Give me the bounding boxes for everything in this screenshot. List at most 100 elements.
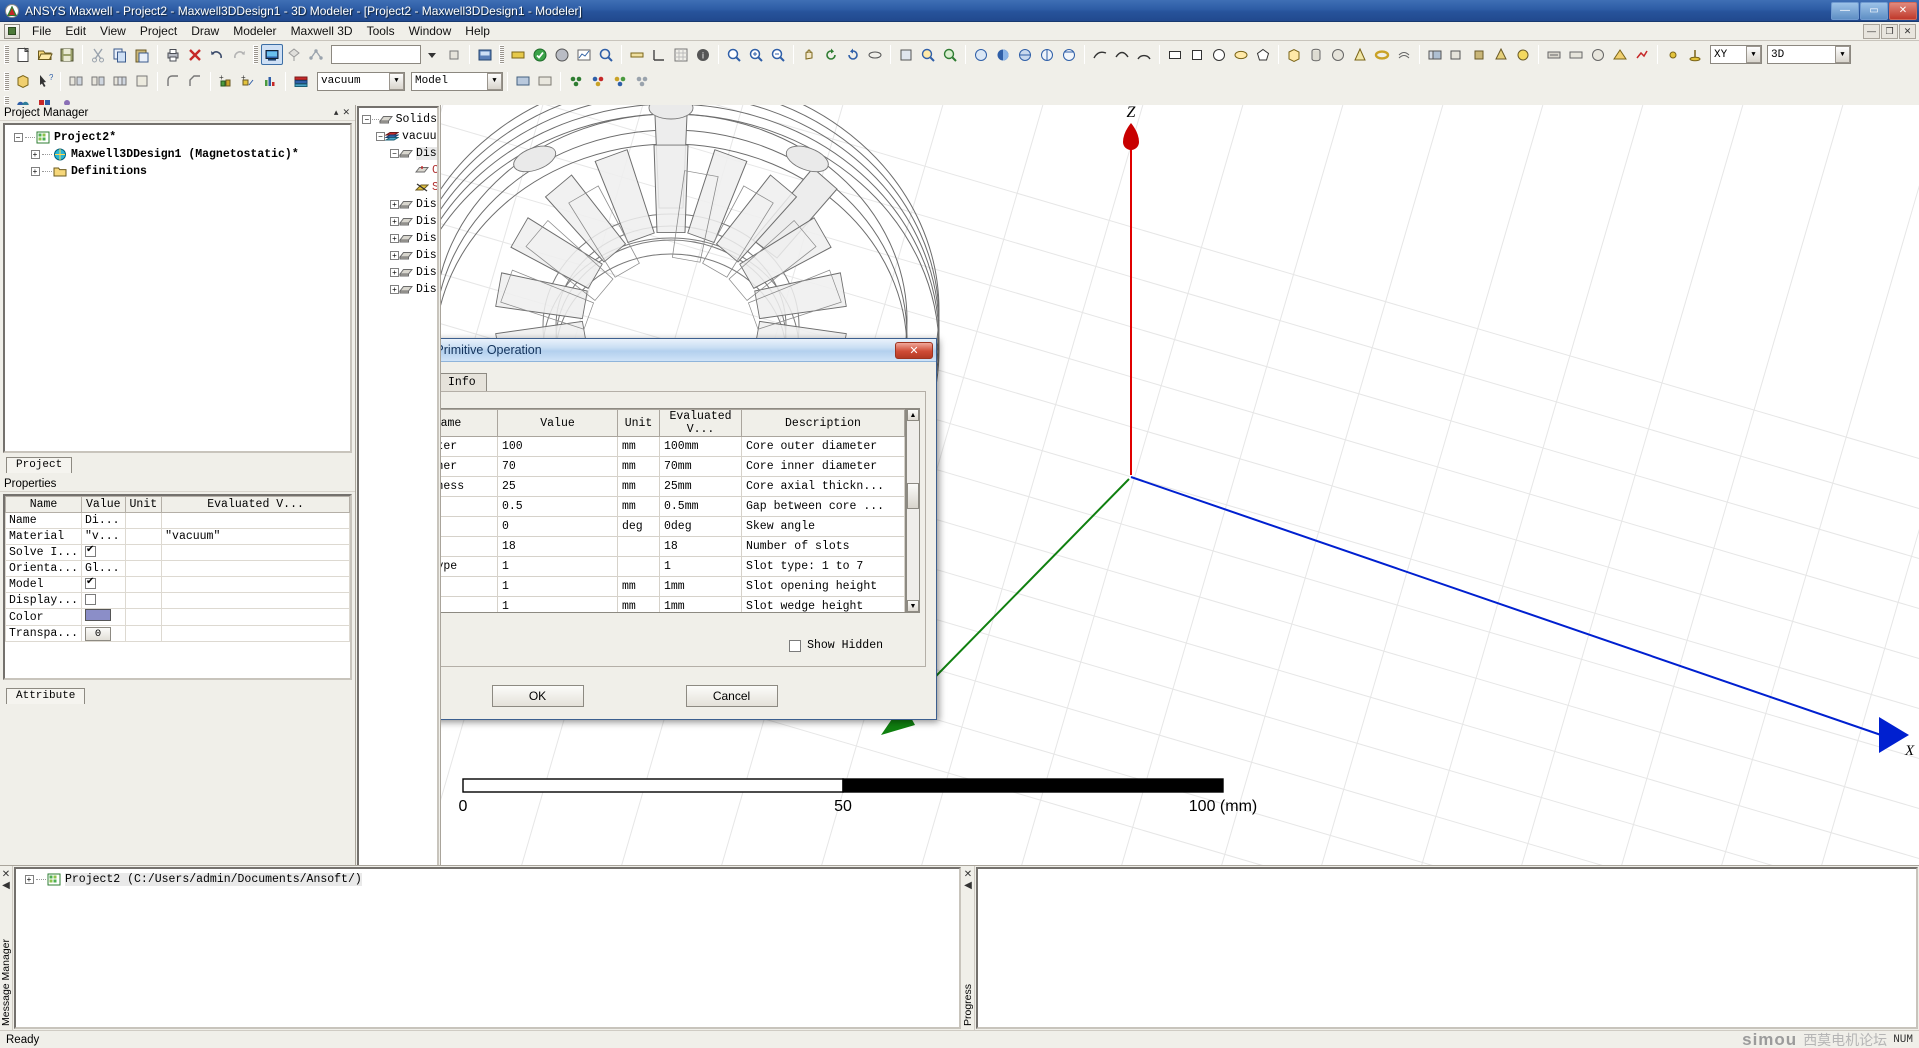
progress-body[interactable] (976, 867, 1918, 1029)
draw-polygon-icon[interactable] (1252, 44, 1274, 65)
message-manager-body[interactable]: + Project2 (C:/Users/admin/Documents/Ans… (14, 867, 961, 1029)
expander[interactable]: − (11, 131, 25, 145)
field-overlay-icon[interactable] (1609, 44, 1631, 65)
expander[interactable]: + (390, 283, 399, 297)
cut-icon[interactable] (87, 44, 109, 65)
render-wireframe-icon[interactable] (970, 44, 992, 65)
local-cs-icon[interactable] (1684, 44, 1706, 65)
tree-row[interactable]: + Disk (362, 196, 437, 213)
solve-inside-checkbox[interactable] (85, 544, 97, 558)
optimetrics-icon[interactable] (1631, 44, 1653, 65)
collapse-icon[interactable]: ▴ (334, 107, 339, 118)
table-row[interactable]: Transpa... 0 (5, 625, 350, 642)
material-library-icon[interactable] (290, 71, 312, 92)
tab-attribute[interactable]: Attribute (6, 688, 86, 704)
show-hidden-row[interactable]: Show Hidden (789, 639, 883, 652)
menu-file[interactable]: File (25, 22, 58, 40)
hide-selection-icon[interactable] (534, 71, 556, 92)
assign-mesh-icon[interactable] (1587, 44, 1609, 65)
prop-value[interactable]: Gl... (81, 560, 126, 577)
menu-tools[interactable]: Tools (360, 22, 402, 40)
select-face-icon[interactable] (283, 44, 305, 65)
toolbar-grip[interactable] (499, 45, 504, 64)
duplicate-around-icon[interactable] (87, 71, 109, 92)
scroll-up-icon[interactable]: ▲ (907, 409, 919, 421)
table-row[interactable]: Hs1 1 mm 1mm Slot wedge height (441, 596, 905, 612)
param-value[interactable]: 18 (497, 536, 618, 557)
tree-row[interactable]: − vacuum (362, 128, 437, 145)
close-button[interactable]: ✕ (1889, 1, 1917, 20)
color-swatch[interactable] (85, 609, 112, 621)
model-checkbox[interactable] (85, 576, 97, 590)
table-row[interactable]: DiaInner 70 mm 70mm Core inner diameter (441, 456, 905, 477)
tree-row[interactable]: S (362, 179, 437, 196)
mdi-restore-button[interactable]: ❐ (1881, 23, 1898, 39)
table-row[interactable]: Hs0 1 mm 1mm Slot opening height (441, 576, 905, 597)
tree-row[interactable]: − Project2* (11, 129, 350, 146)
measure-icon[interactable] (626, 44, 648, 65)
boolean-sweep-icon[interactable] (1512, 44, 1534, 65)
menu-edit[interactable]: Edit (58, 22, 93, 40)
param-value[interactable]: 1 (497, 556, 618, 577)
expander[interactable]: − (362, 113, 372, 127)
expander[interactable]: + (28, 148, 42, 162)
expander[interactable]: + (390, 232, 399, 246)
expander[interactable]: − (390, 147, 399, 161)
prop-value[interactable] (81, 576, 126, 593)
menu-view[interactable]: View (93, 22, 133, 40)
message-row[interactable]: + Project2 (C:/Users/admin/Documents/Ans… (16, 869, 959, 886)
maximize-button[interactable]: ▭ (1860, 1, 1888, 20)
scroll-down-icon[interactable]: ▼ (907, 600, 919, 612)
parameters-vscrollbar[interactable]: ▲ ▼ (906, 408, 920, 613)
select-edge-icon[interactable] (305, 44, 327, 65)
coordinate-icon[interactable] (648, 44, 670, 65)
tree-row-selected[interactable]: − Disk (362, 145, 437, 162)
udp-operation-dialog[interactable]: User Defined Primitive Operation ✕ Param… (441, 338, 937, 720)
print-icon[interactable] (162, 44, 184, 65)
draw-arc-icon[interactable] (1133, 44, 1155, 65)
search-dropdown-icon[interactable] (421, 44, 443, 65)
toolbar-grip[interactable] (4, 71, 9, 91)
transparency-button[interactable]: 0 (85, 626, 112, 641)
table-row[interactable]: Skew 0 deg 0deg Skew angle (441, 516, 905, 537)
expander[interactable]: + (390, 215, 399, 229)
draw-helix-icon[interactable] (1393, 44, 1415, 65)
tree-row[interactable]: + Disk (362, 281, 437, 298)
delete-icon[interactable] (184, 44, 206, 65)
draw-spline-icon[interactable] (1111, 44, 1133, 65)
select-object-icon[interactable] (261, 44, 283, 65)
view-fit-icon[interactable] (917, 44, 939, 65)
draw-square-icon[interactable] (1186, 44, 1208, 65)
param-value[interactable]: 0.5 (497, 496, 618, 517)
draw-sphere-icon[interactable] (1327, 44, 1349, 65)
table-row[interactable]: Material "v... "vacuum" (5, 528, 350, 545)
tree-row[interactable]: + Disk (362, 213, 437, 230)
fit-all-icon[interactable] (723, 44, 745, 65)
render-clip-icon[interactable] (1058, 44, 1080, 65)
save-icon[interactable] (56, 44, 78, 65)
table-row[interactable]: Slots 18 18 Number of slots (441, 536, 905, 557)
copy-icon[interactable] (109, 44, 131, 65)
table-row[interactable]: DiaOuter 100 mm 100mm Core outer diamete… (441, 436, 905, 457)
properties-grid[interactable]: Name Value Unit Evaluated V... Name Di..… (3, 494, 352, 680)
tree-row[interactable]: + Maxwell3DDesign1 (Magnetostatic)* (11, 146, 350, 163)
new-icon[interactable] (12, 44, 34, 65)
udp-create-icon[interactable] (565, 71, 587, 92)
tree-row[interactable]: + Definitions (11, 163, 350, 180)
draw-line-icon[interactable] (1089, 44, 1111, 65)
expander[interactable]: + (390, 266, 399, 280)
expander[interactable]: + (390, 198, 399, 212)
spin-icon[interactable] (864, 44, 886, 65)
table-row[interactable]: SlotType 1 1 Slot type: 1 to 7 (441, 556, 905, 577)
param-value[interactable]: 1 (497, 596, 618, 612)
scroll-thumb[interactable] (907, 483, 919, 509)
menu-project[interactable]: Project (133, 22, 184, 40)
project-tree[interactable]: − Project2* + Maxwell3DDesign1 (Magnetos… (3, 123, 352, 453)
zoom-magnifier-icon[interactable] (595, 44, 617, 65)
mdi-minimize-button[interactable]: — (1863, 23, 1880, 39)
paste-icon[interactable] (131, 44, 153, 65)
model-tree[interactable]: − Solids − vacuum (357, 106, 439, 993)
boolean-intersect-icon[interactable] (1468, 44, 1490, 65)
show-hidden-checkbox[interactable] (789, 639, 802, 652)
tab-info[interactable]: Info (441, 373, 487, 391)
